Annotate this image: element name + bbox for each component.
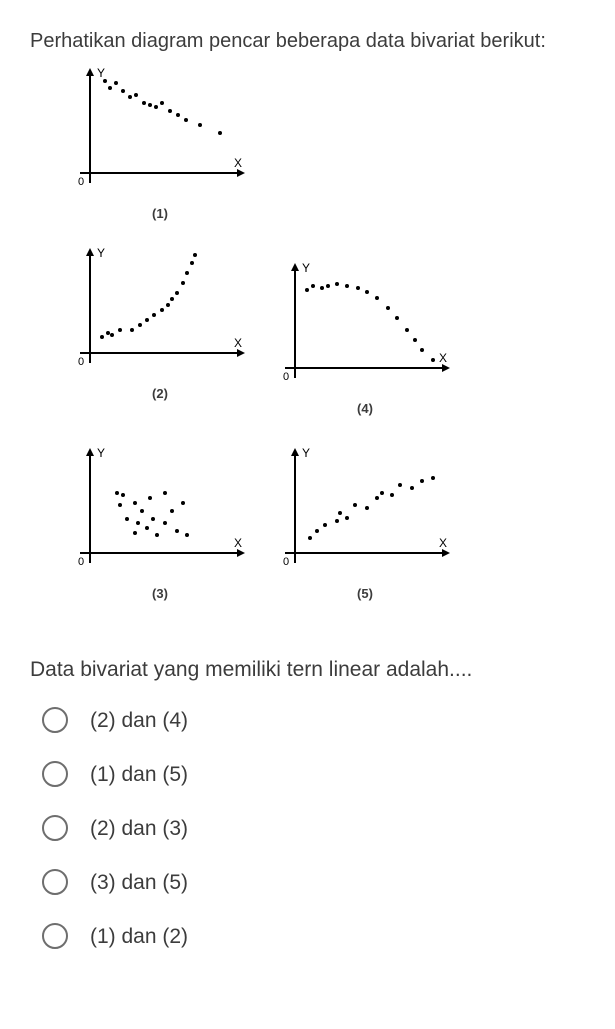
option-d[interactable]: (3) dan (5): [42, 869, 585, 895]
chart-5-label: (5): [275, 586, 455, 601]
chart-4: Y X 0 (4): [275, 258, 455, 398]
chart-3-label: (3): [70, 586, 250, 601]
option-c[interactable]: (2) dan (3): [42, 815, 585, 841]
svg-text:0: 0: [283, 556, 289, 568]
radio-icon: [42, 815, 68, 841]
option-a[interactable]: (2) dan (4): [42, 707, 585, 733]
option-d-label: (3) dan (5): [90, 872, 188, 893]
chart-3: Y X 0 (3): [70, 443, 250, 583]
option-b-label: (1) dan (5): [90, 764, 188, 785]
scatter-plot-1: Y X 0: [70, 63, 250, 193]
svg-text:X: X: [439, 536, 447, 550]
option-e-label: (1) dan (2): [90, 926, 188, 947]
svg-text:Y: Y: [302, 446, 310, 460]
scatter-plot-3: Y X 0: [70, 443, 250, 573]
option-c-label: (2) dan (3): [90, 818, 188, 839]
svg-text:X: X: [234, 536, 242, 550]
svg-text:Y: Y: [97, 66, 105, 80]
option-b[interactable]: (1) dan (5): [42, 761, 585, 787]
option-e[interactable]: (1) dan (2): [42, 923, 585, 949]
chart-2: Y X 0 (2): [70, 243, 250, 383]
radio-icon: [42, 707, 68, 733]
svg-text:Y: Y: [97, 446, 105, 460]
scatter-plot-4: Y X 0: [275, 258, 455, 388]
svg-text:0: 0: [283, 371, 289, 383]
scatter-plot-2: Y X 0: [70, 243, 250, 373]
svg-text:Y: Y: [302, 261, 310, 275]
svg-text:X: X: [439, 351, 447, 365]
svg-text:X: X: [234, 156, 242, 170]
svg-text:0: 0: [78, 176, 84, 188]
intro-text: Perhatikan diagram pencar beberapa data …: [30, 30, 585, 53]
scatter-plot-5: Y X 0: [275, 443, 455, 573]
radio-icon: [42, 923, 68, 949]
svg-text:Y: Y: [97, 246, 105, 260]
svg-text:X: X: [234, 336, 242, 350]
svg-text:0: 0: [78, 356, 84, 368]
chart-1: Y X 0 (1): [70, 63, 250, 203]
option-a-label: (2) dan (4): [90, 710, 188, 731]
radio-icon: [42, 869, 68, 895]
chart-1-label: (1): [70, 206, 250, 221]
svg-text:0: 0: [78, 556, 84, 568]
chart-5: Y X 0 (5): [275, 443, 455, 583]
charts-container: Y X 0 (1) Y X 0: [50, 63, 490, 633]
question-text: Data bivariat yang memiliki tern linear …: [30, 658, 575, 682]
radio-icon: [42, 761, 68, 787]
chart-4-label: (4): [275, 401, 455, 416]
chart-2-label: (2): [70, 386, 250, 401]
